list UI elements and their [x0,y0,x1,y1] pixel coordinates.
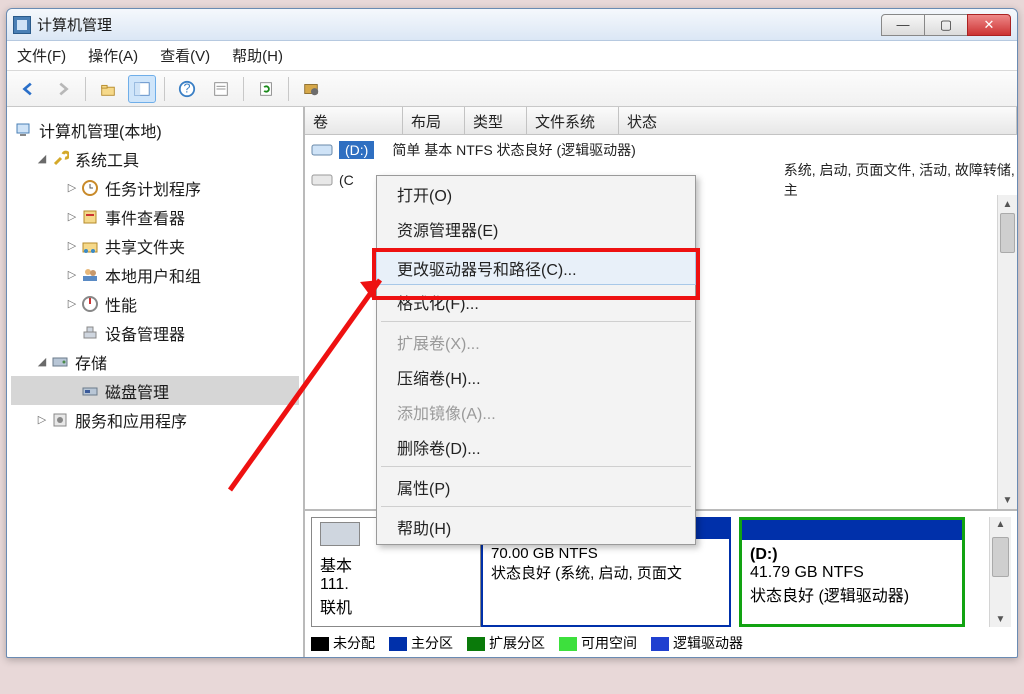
scroll-up-icon[interactable]: ▲ [998,195,1017,213]
ctx-help[interactable]: 帮助(H) [377,509,695,544]
tree-services-apps[interactable]: ▷服务和应用程序 [11,405,299,434]
maximize-button[interactable]: ▢ [924,14,968,36]
users-icon [81,266,99,284]
ctx-change-drive-letter[interactable]: 更改驱动器号和路径(C)... [376,250,696,285]
app-icon [13,16,31,34]
volume-list-header: 卷 布局 类型 文件系统 状态 [305,107,1017,135]
menu-view[interactable]: 查看(V) [160,45,210,66]
tree-device-manager[interactable]: 设备管理器 [11,318,299,347]
ctx-open[interactable]: 打开(O) [377,176,695,211]
tree-storage[interactable]: ◢存储 [11,347,299,376]
svg-text:?: ? [183,81,190,95]
close-button[interactable]: ✕ [967,14,1011,36]
tree-event-viewer[interactable]: ▷事件查看器 [11,202,299,231]
device-icon [81,324,99,342]
legend-swatch-free [559,637,577,651]
col-volume[interactable]: 卷 [305,107,403,134]
disk-settings-button[interactable] [297,75,325,103]
ctx-add-mirror: 添加镜像(A)... [377,394,695,429]
wrench-icon [51,150,69,168]
pane-scrollbar[interactable]: ▲ ▼ [989,517,1011,627]
tree-disk-management[interactable]: 磁盘管理 [11,376,299,405]
drive-icon [311,172,333,188]
menu-file[interactable]: 文件(F) [17,45,66,66]
toolbar: ? [7,71,1017,107]
legend-swatch-primary [389,637,407,651]
col-type[interactable]: 类型 [465,107,527,134]
menu-action[interactable]: 操作(A) [88,45,138,66]
tree-performance[interactable]: ▷性能 [11,289,299,318]
clock-icon [81,179,99,197]
nav-forward-button[interactable] [49,75,77,103]
tree-shared-folders[interactable]: ▷共享文件夹 [11,231,299,260]
list-scrollbar[interactable]: ▲ ▼ [997,195,1017,509]
scroll-thumb[interactable] [1000,213,1015,253]
computer-icon [15,121,33,139]
ctx-format[interactable]: 格式化(F)... [377,284,695,319]
up-button[interactable] [94,75,122,103]
partition-d[interactable]: (D:) 41.79 GB NTFS 状态良好 (逻辑驱动器) [739,517,965,627]
storage-icon [51,353,69,371]
window-title: 计算机管理 [37,14,112,35]
ctx-properties[interactable]: 属性(P) [377,469,695,504]
ctx-shrink[interactable]: 压缩卷(H)... [377,359,695,394]
minimize-button[interactable]: — [881,14,925,36]
titlebar[interactable]: 计算机管理 — ▢ ✕ [7,9,1017,41]
scroll-down-icon[interactable]: ▼ [998,491,1017,509]
drive-icon [311,142,333,158]
ctx-extend: 扩展卷(X)... [377,324,695,359]
legend-swatch-unallocated [311,637,329,651]
disk-icon [81,382,99,400]
refresh-button[interactable] [252,75,280,103]
context-menu: 打开(O) 资源管理器(E) 更改驱动器号和路径(C)... 格式化(F)...… [376,175,696,545]
tree-task-scheduler[interactable]: ▷任务计划程序 [11,173,299,202]
properties-button[interactable] [207,75,235,103]
tree-root[interactable]: 计算机管理(本地) [11,115,299,144]
services-icon [51,411,69,429]
ctx-delete[interactable]: 删除卷(D)... [377,429,695,464]
col-layout[interactable]: 布局 [403,107,465,134]
legend-swatch-extended [467,637,485,651]
nav-tree[interactable]: 计算机管理(本地) ◢系统工具 ▷任务计划程序 ▷事件查看器 ▷共享文件夹 ▷本… [7,107,305,657]
folder-share-icon [81,237,99,255]
tree-system-tools[interactable]: ◢系统工具 [11,144,299,173]
tree-local-users[interactable]: ▷本地用户和组 [11,260,299,289]
disk-icon [320,522,360,546]
menubar: 文件(F) 操作(A) 查看(V) 帮助(H) [7,41,1017,71]
performance-icon [81,295,99,313]
legend: 未分配 主分区 扩展分区 可用空间 逻辑驱动器 [311,627,1011,655]
event-icon [81,208,99,226]
show-hide-tree-button[interactable] [128,75,156,103]
nav-back-button[interactable] [15,75,43,103]
col-status[interactable]: 状态 [619,107,1017,134]
ctx-explore[interactable]: 资源管理器(E) [377,211,695,246]
menu-help[interactable]: 帮助(H) [232,45,283,66]
legend-swatch-logical [651,637,669,651]
col-filesystem[interactable]: 文件系统 [527,107,619,134]
help-button[interactable]: ? [173,75,201,103]
